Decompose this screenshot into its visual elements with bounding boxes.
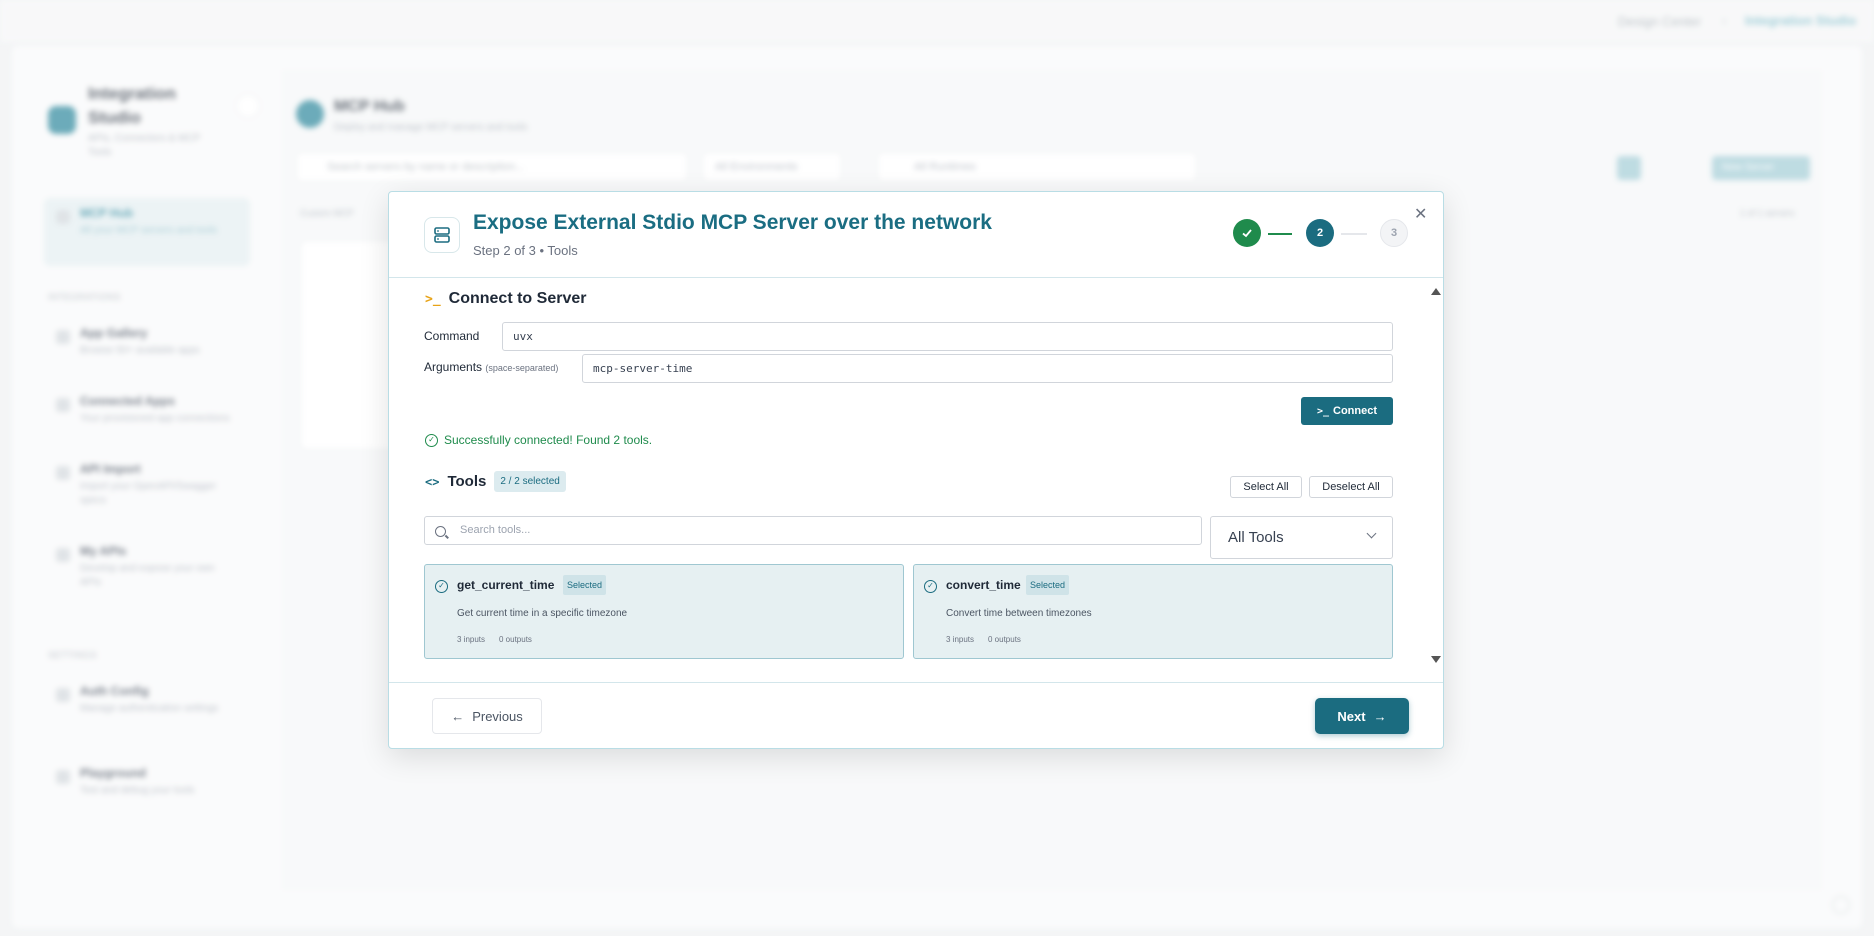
check-circle-icon: ✓ xyxy=(924,575,937,593)
tool-card-convert-time[interactable]: ✓ convert_time Selected Convert time bet… xyxy=(913,564,1393,659)
tool-description: Convert time between timezones xyxy=(946,608,1092,619)
success-text: Successfully connected! Found 2 tools. xyxy=(444,433,653,447)
arguments-label: Arguments (space-separated) xyxy=(424,360,558,374)
tools-filter-value: All Tools xyxy=(1228,529,1284,546)
previous-label: Previous xyxy=(472,708,523,724)
close-icon[interactable]: ✕ xyxy=(1414,204,1427,224)
connect-section-label: Connect to Server xyxy=(448,290,587,307)
tool-outputs-count: 0 outputs xyxy=(988,635,1021,644)
chevron-down-icon xyxy=(1366,528,1377,539)
connect-section-title: >_ Connect to Server xyxy=(425,290,586,308)
tools-filter-select[interactable]: All Tools xyxy=(1210,516,1393,559)
check-circle-icon: ✓ xyxy=(425,433,438,447)
step-1-complete xyxy=(1233,219,1261,247)
modal-header: Expose External Stdio MCP Server over th… xyxy=(389,192,1443,278)
arguments-hint: (space-separated) xyxy=(485,363,559,373)
modal-footer xyxy=(389,682,1443,748)
tools-selected-badge: 2 / 2 selected xyxy=(494,471,566,492)
arguments-input[interactable]: mcp-server-time xyxy=(582,354,1393,383)
select-all-button[interactable]: Select All xyxy=(1230,476,1302,498)
connect-button-label: Connect xyxy=(1333,405,1378,417)
connect-button[interactable]: >_ Connect xyxy=(1301,397,1393,425)
terminal-icon: >_ xyxy=(425,291,441,307)
tool-name: convert_time xyxy=(946,578,1021,592)
step-connector xyxy=(1268,233,1292,235)
scroll-down-arrow[interactable] xyxy=(1431,656,1441,663)
tool-card-get-current-time[interactable]: ✓ get_current_time Selected Get current … xyxy=(424,564,904,659)
check-icon xyxy=(1242,229,1252,238)
next-button[interactable]: Next → xyxy=(1315,698,1409,734)
next-label: Next xyxy=(1337,708,1366,724)
arrow-left-icon: ← xyxy=(451,708,465,724)
tools-title: Tools xyxy=(447,473,487,490)
tool-description: Get current time in a specific timezone xyxy=(457,608,628,619)
modal-title: Expose External Stdio MCP Server over th… xyxy=(473,211,992,234)
tools-search-input[interactable]: Search tools... xyxy=(424,516,1202,545)
step-2-current: 2 xyxy=(1306,219,1334,247)
command-label: Command xyxy=(424,329,480,343)
search-icon xyxy=(435,526,446,537)
tools-search-placeholder: Search tools... xyxy=(460,524,531,536)
arguments-label-text: Arguments xyxy=(424,360,483,374)
expose-server-modal: Expose External Stdio MCP Server over th… xyxy=(388,191,1444,749)
server-icon xyxy=(424,217,460,253)
tools-header: <> Tools 2 / 2 selected xyxy=(425,471,566,492)
connection-success-message: ✓ Successfully connected! Found 2 tools. xyxy=(425,433,652,447)
tool-outputs-count: 0 outputs xyxy=(499,635,532,644)
check-circle-icon: ✓ xyxy=(435,575,448,593)
tool-inputs-count: 3 inputs xyxy=(457,635,486,644)
previous-button[interactable]: ← Previous xyxy=(432,698,542,734)
command-input[interactable]: uvx xyxy=(502,322,1393,351)
step-connector xyxy=(1341,233,1367,235)
arrow-right-icon: → xyxy=(1373,708,1387,724)
tool-selected-badge: Selected xyxy=(1026,575,1070,595)
scroll-up-arrow[interactable] xyxy=(1431,288,1441,295)
tool-name: get_current_time xyxy=(457,578,555,592)
tool-inputs-count: 3 inputs xyxy=(946,635,975,644)
modal-body: >_ Connect to Server Command uvx Argumen… xyxy=(389,278,1443,673)
tool-selected-badge: Selected xyxy=(563,575,607,595)
modal-step-text: Step 2 of 3 • Tools xyxy=(473,243,578,258)
deselect-all-button[interactable]: Deselect All xyxy=(1309,476,1393,498)
step-3-pending: 3 xyxy=(1380,219,1408,247)
code-icon: <> xyxy=(425,474,440,489)
terminal-icon: >_ xyxy=(1316,405,1330,417)
